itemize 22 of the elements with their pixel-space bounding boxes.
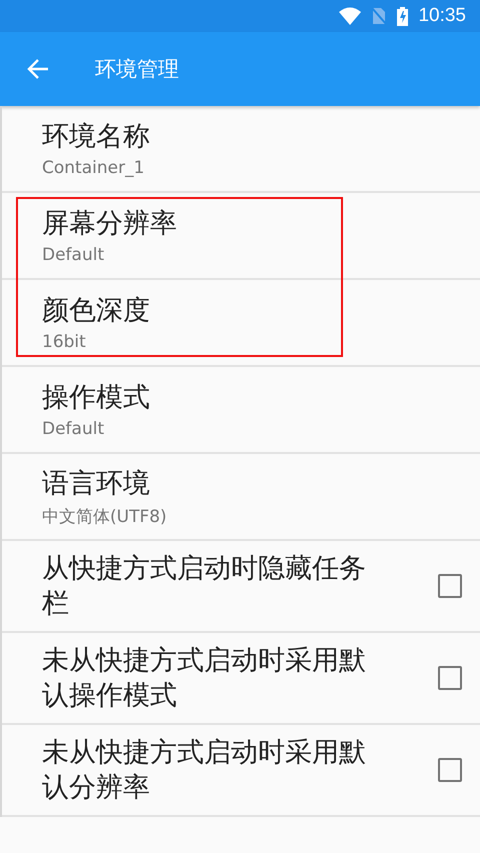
screen-title: 环境管理 [95,56,179,83]
preference-summary: Default [42,419,106,439]
preference-title: 未从快捷方式启动时采用默认分辨率 [42,736,367,805]
back-arrow-icon [26,57,50,81]
preference-title: 环境名称 [42,120,151,154]
checkbox[interactable] [438,758,462,782]
preference-summary: 16bit [42,332,87,352]
preference-summary: Default [42,245,106,265]
preference-title: 屏幕分辨率 [42,207,178,241]
preference-summary: Container_1 [42,158,146,178]
battery-charging-icon [397,6,408,26]
preference-title: 从快捷方式启动时隐藏任务栏 [42,552,367,621]
preference-title: 操作模式 [42,381,151,415]
no-sim-icon [371,7,388,25]
preference-title: 语言环境 [42,466,151,500]
status-time: 10:35 [418,5,466,27]
preference-summary: 中文简体(UTF8) [42,506,168,528]
preference-title: 未从快捷方式启动时采用默认操作模式 [42,644,367,713]
preference-title: 颜色深度 [42,294,151,328]
checkbox[interactable] [438,666,462,690]
checkbox[interactable] [438,574,462,598]
wifi-icon [339,7,362,25]
